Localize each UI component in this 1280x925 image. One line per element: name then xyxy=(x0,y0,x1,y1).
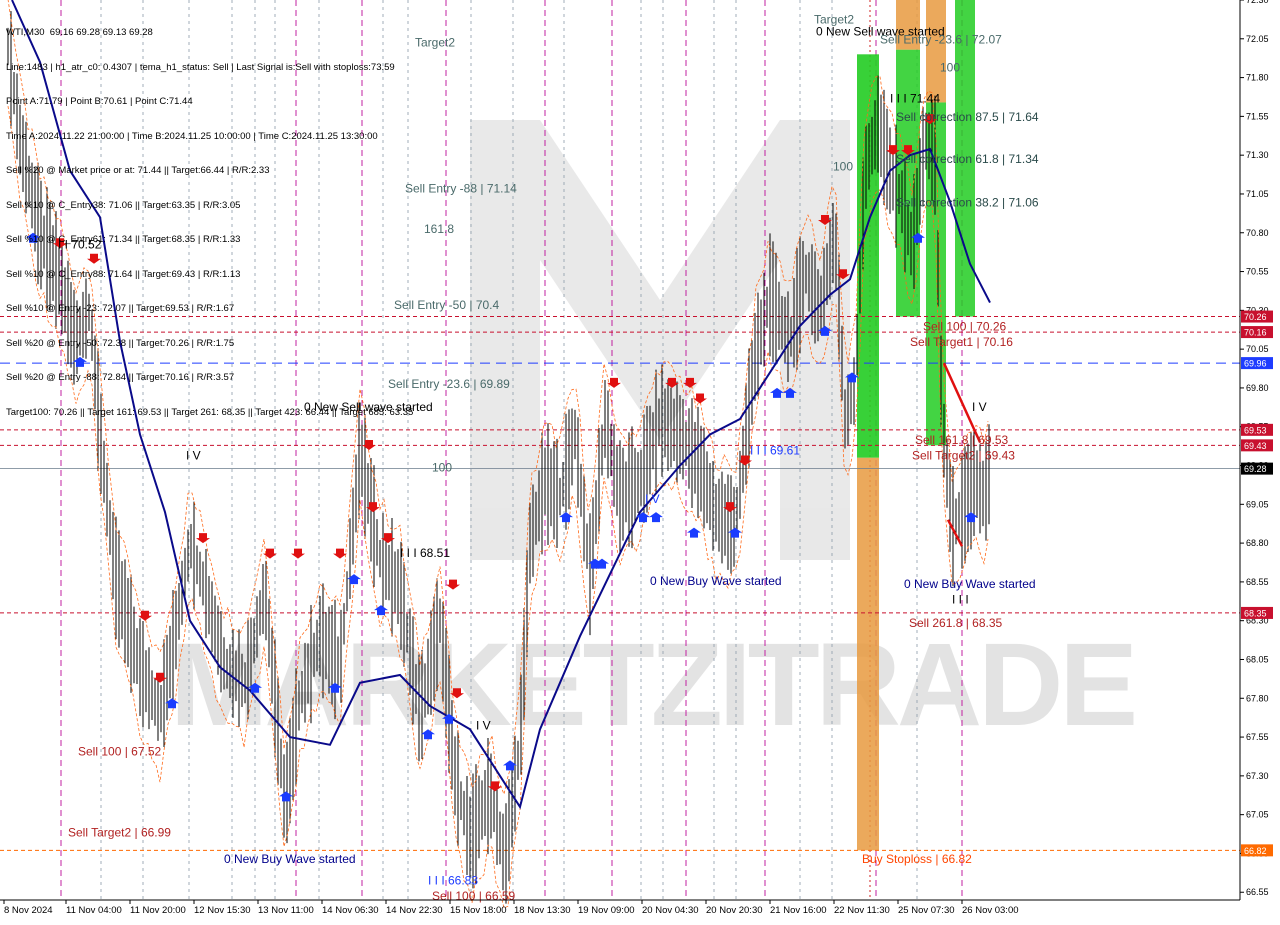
chart-annotation: 0 New Buy Wave started xyxy=(650,574,782,588)
chart-annotation: I I I 71.44 xyxy=(890,91,940,105)
chart-annotation: Sell 100 | 70.26 xyxy=(923,320,1007,334)
y-tick-label: 71.30 xyxy=(1246,150,1269,160)
info-line: Time A:2024.11.22 21:00:00 | Time B:2024… xyxy=(6,130,378,142)
chart-annotation: Sell Entry -88 | 71.14 xyxy=(405,181,517,195)
y-tick-label: 67.30 xyxy=(1246,771,1269,781)
price-tag-label: 70.26 xyxy=(1244,312,1267,322)
price-tag-label: 68.35 xyxy=(1244,608,1267,618)
y-tick-label: 67.80 xyxy=(1246,693,1269,703)
info-line: Target100: 70.26 || Target 161: 69.53 ||… xyxy=(6,406,414,418)
x-tick-label: 8 Nov 2024 xyxy=(4,905,53,916)
y-tick-label: 72.30 xyxy=(1246,0,1269,5)
info-line: Point A:71.79 | Point B:70.61 | Point C:… xyxy=(6,96,193,107)
chart-annotation: Sell 100 | 66.59 xyxy=(432,889,516,903)
y-tick-label: 69.05 xyxy=(1246,499,1269,509)
x-tick-label: 11 Nov 20:00 xyxy=(130,905,186,916)
chart-annotation: Buy Stoploss | 66.82 xyxy=(862,852,972,866)
info-panel: WTI,M30 69.16 69.28 69.13 69.28 Line:148… xyxy=(6,4,413,441)
chart-annotation: I I I xyxy=(952,593,969,607)
zone-orange xyxy=(857,457,879,851)
x-tick-label: 18 Nov 13:30 xyxy=(514,905,571,916)
info-line: Sell %10 @ C_Entry61: 71.34 || Target:68… xyxy=(6,234,241,245)
chart-annotation: I V xyxy=(476,718,491,732)
y-tick-label: 68.55 xyxy=(1246,577,1269,587)
chart-annotation: Sell 261.8 | 68.35 xyxy=(909,616,1003,630)
info-line: Sell %20 @ Entry -88: 72.84 || Target:70… xyxy=(6,372,235,383)
chart-annotation: Sell Target2 | 66.99 xyxy=(68,825,171,839)
watermark-text: MARKETZITRADE xyxy=(170,619,1134,751)
x-tick-label: 15 Nov 18:00 xyxy=(450,905,507,916)
x-tick-label: 26 Nov 03:00 xyxy=(962,905,1019,916)
x-tick-label: 20 Nov 04:30 xyxy=(642,905,699,916)
chart-annotation: 100 xyxy=(432,461,452,475)
x-tick-label: 20 Nov 20:30 xyxy=(706,905,763,916)
chart-annotation: I I I 66.83 xyxy=(428,873,478,887)
info-line: Sell %20 @ Entry -50: 72.38 || Target:70… xyxy=(6,337,235,349)
x-tick-label: 14 Nov 06:30 xyxy=(322,905,379,916)
price-tag-label: 69.53 xyxy=(1244,425,1267,435)
chart-annotation: 0 New Buy Wave started xyxy=(904,577,1036,591)
x-tick-label: 22 Nov 11:30 xyxy=(834,905,890,916)
info-line: Sell %10 @ C_Entry38: 71.06 || Target:63… xyxy=(6,199,241,211)
y-tick-label: 70.05 xyxy=(1246,344,1269,354)
info-line: Sell %20 @ Market price or at: 71.44 || … xyxy=(6,165,270,176)
y-tick-label: 70.55 xyxy=(1246,267,1269,277)
y-tick-label: 71.05 xyxy=(1246,189,1269,199)
chart-annotation: Sell Target1 | 70.16 xyxy=(910,335,1013,349)
zone-orange xyxy=(926,0,946,103)
y-tick-label: 71.55 xyxy=(1246,111,1269,121)
chart-annotation: I V xyxy=(645,492,660,506)
y-tick-label: 66.55 xyxy=(1246,887,1269,897)
chart-annotation: Sell correction 38.2 | 71.06 xyxy=(896,195,1039,209)
info-line: Sell %10 @ C_Entry88: 71.64 || Target:69… xyxy=(6,268,241,280)
chart-annotation: Sell correction 61.8 | 71.34 xyxy=(896,152,1039,166)
x-tick-label: 13 Nov 11:00 xyxy=(258,905,314,916)
chart-annotation: I I I 68.51 xyxy=(400,546,450,560)
y-tick-label: 68.80 xyxy=(1246,538,1269,548)
chart-annotation: 0 New Buy Wave started xyxy=(224,852,356,866)
x-tick-label: 12 Nov 15:30 xyxy=(194,905,251,916)
chart-annotation: I V xyxy=(972,400,987,414)
price-tag-label: 69.96 xyxy=(1244,359,1267,369)
price-tag-label: 69.28 xyxy=(1244,464,1267,474)
x-tick-label: 19 Nov 09:00 xyxy=(578,905,635,916)
y-tick-label: 72.05 xyxy=(1246,34,1269,44)
x-tick-label: 25 Nov 07:30 xyxy=(898,905,955,916)
chart: MARKETZITRADE Target2 Target2 0 New Sell wa… xyxy=(0,0,1280,920)
chart-annotation: I I I 69.61 xyxy=(750,444,800,458)
chart-annotation: Sell 100 | 67.52 xyxy=(78,745,162,759)
info-line: Sell %10 @ Entry -23: 72.07 || Target:69… xyxy=(6,303,235,314)
chart-annotation: I V xyxy=(186,448,201,462)
chart-annotation: Target2 xyxy=(415,36,455,50)
y-tick-label: 70.80 xyxy=(1246,228,1269,238)
x-tick-label: 11 Nov 04:00 xyxy=(66,905,122,916)
y-tick-label: 69.80 xyxy=(1246,383,1269,393)
y-tick-label: 71.80 xyxy=(1246,73,1269,83)
y-tick-label: 68.05 xyxy=(1246,654,1269,664)
symbol-header: WTI,M30 69.16 69.28 69.13 69.28 xyxy=(6,27,153,38)
chart-annotation: Sell Target2 | 69.43 xyxy=(912,448,1015,462)
price-tag-label: 66.82 xyxy=(1244,846,1267,856)
info-line: Line:1483 | h1_atr_c0: 0.4307 | tema_h1_… xyxy=(6,61,395,73)
y-tick-label: 67.05 xyxy=(1246,810,1269,820)
price-tag-label: 69.43 xyxy=(1244,441,1267,451)
y-tick-label: 67.55 xyxy=(1246,732,1269,742)
price-tag-label: 70.16 xyxy=(1244,328,1267,338)
chart-annotation: 100 xyxy=(833,160,853,174)
chart-annotation: 161.8 xyxy=(424,222,454,236)
chart-annotation: Sell Entry -23.6 | 72.07 xyxy=(880,32,1002,46)
chart-annotation: 100 xyxy=(940,60,960,74)
x-tick-label: 14 Nov 22:30 xyxy=(386,905,443,916)
chart-annotation: Sell correction 87.5 | 71.64 xyxy=(896,110,1039,124)
x-tick-label: 21 Nov 16:00 xyxy=(770,905,827,916)
chart-annotation: Sell 161.8 | 69.53 xyxy=(915,433,1009,447)
